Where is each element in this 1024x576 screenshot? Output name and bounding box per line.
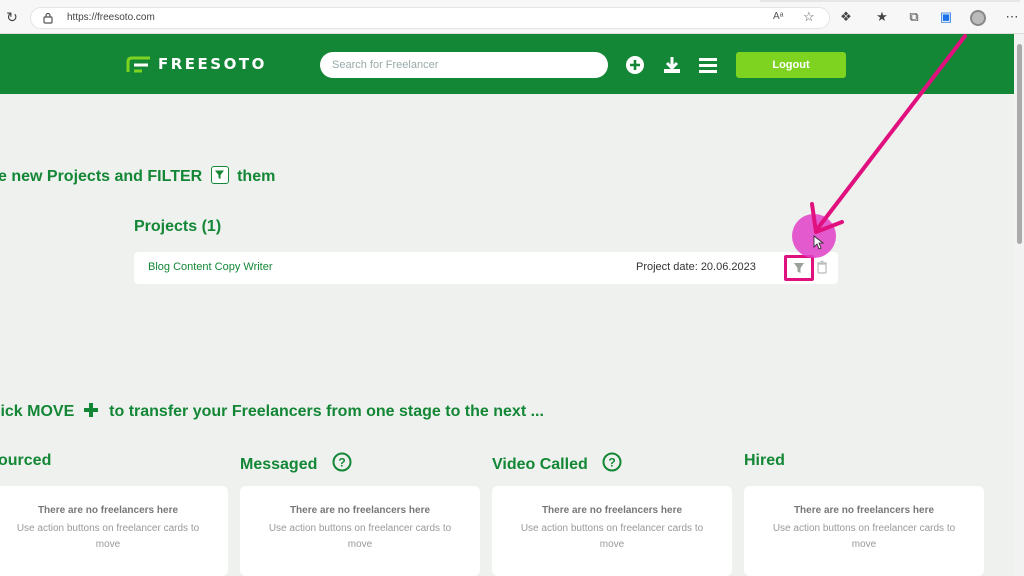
lock-icon [43, 12, 53, 24]
stage-empty-text: There are no freelancers here [793, 505, 935, 516]
stage-title-video-called: Video Called ? [492, 452, 622, 474]
stage-title-hired: Hired [744, 452, 785, 469]
more-menu-icon[interactable]: ⋯ [1004, 9, 1020, 25]
extensions-icon[interactable]: ❖ [838, 9, 854, 25]
stage-column-messaged: There are no freelancers here Use action… [240, 486, 480, 576]
stage-column-sourced: There are no freelancers here Use action… [0, 486, 228, 576]
stage-column-video-called: There are no freelancers here Use action… [492, 486, 732, 576]
main-content: e new Projects and FILTER them Projects … [0, 94, 1014, 576]
move-text-end: to transfer your Freelancers from one st… [109, 403, 544, 420]
stage-hint-text: Use action buttons on freelancer cards t… [772, 523, 956, 550]
stage-title-messaged: Messaged ? [240, 452, 352, 474]
move-headline: lick MOVE to transfer your Freelancers f… [0, 402, 544, 421]
stage-hint-text: Use action buttons on freelancer cards t… [268, 523, 452, 550]
site-header: FREESOTO Logout [0, 34, 1014, 94]
tab-strip-edge [760, 0, 1020, 2]
move-text-start: lick MOVE [0, 403, 75, 420]
address-url: https://freesoto.com [67, 12, 155, 23]
reload-icon[interactable]: ↻ [4, 9, 20, 25]
stage-hint-text: Use action buttons on freelancer cards t… [520, 523, 704, 550]
logo-text: FREESOTO [158, 55, 267, 73]
add-circle-icon[interactable] [625, 55, 645, 75]
logout-button[interactable]: Logout [736, 52, 846, 78]
browser-essentials-icon[interactable]: ▣ [938, 9, 954, 25]
project-card[interactable]: Blog Content Copy Writer Project date: 2… [134, 252, 838, 284]
help-question-icon[interactable]: ? [602, 452, 622, 472]
browser-toolbar: ↻ https://freesoto.com Aᵃ ☆ ❖ ★ ⧉ ▣ ⋯ [0, 0, 1024, 34]
project-date: Project date: 20.06.2023 [636, 261, 756, 273]
headline-text-start: e new Projects and FILTER [0, 168, 203, 185]
stage-empty-text: There are no freelancers here [37, 505, 179, 516]
help-question-icon[interactable]: ? [332, 452, 352, 472]
read-aloud-icon[interactable]: Aᵃ [773, 11, 783, 22]
filter-funnel-icon [210, 166, 229, 184]
freelancer-search-input[interactable] [320, 52, 608, 78]
stage-hint-text: Use action buttons on freelancer cards t… [16, 523, 200, 550]
collections-icon[interactable]: ⧉ [906, 9, 922, 25]
hamburger-menu-icon[interactable] [698, 55, 718, 75]
headline-text-end: them [237, 168, 276, 185]
profile-avatar[interactable] [970, 10, 986, 26]
scrollbar-thumb[interactable] [1017, 44, 1022, 244]
projects-filter-headline: e new Projects and FILTER them [0, 166, 275, 186]
move-cross-icon [83, 403, 98, 417]
stage-empty-text: There are no freelancers here [289, 505, 431, 516]
delete-trash-icon[interactable] [816, 260, 828, 274]
project-name-link[interactable]: Blog Content Copy Writer [148, 261, 273, 273]
svg-text:?: ? [338, 456, 345, 470]
favorite-star-icon[interactable]: ☆ [803, 9, 815, 25]
project-filter-button[interactable] [784, 255, 814, 281]
stage-title-sourced: ourced [0, 452, 52, 469]
stage-column-hired: There are no freelancers here Use action… [744, 486, 984, 576]
page-scrollbar[interactable] [1014, 34, 1024, 576]
filter-funnel-icon [794, 263, 804, 273]
projects-title: Projects (1) [134, 218, 222, 235]
download-icon[interactable] [662, 55, 682, 75]
address-bar[interactable]: https://freesoto.com Aᵃ ☆ [30, 7, 830, 29]
svg-text:?: ? [609, 456, 616, 470]
favorites-icon[interactable]: ★ [874, 9, 890, 25]
stage-empty-text: There are no freelancers here [541, 505, 683, 516]
logo-mark-icon [126, 56, 150, 73]
